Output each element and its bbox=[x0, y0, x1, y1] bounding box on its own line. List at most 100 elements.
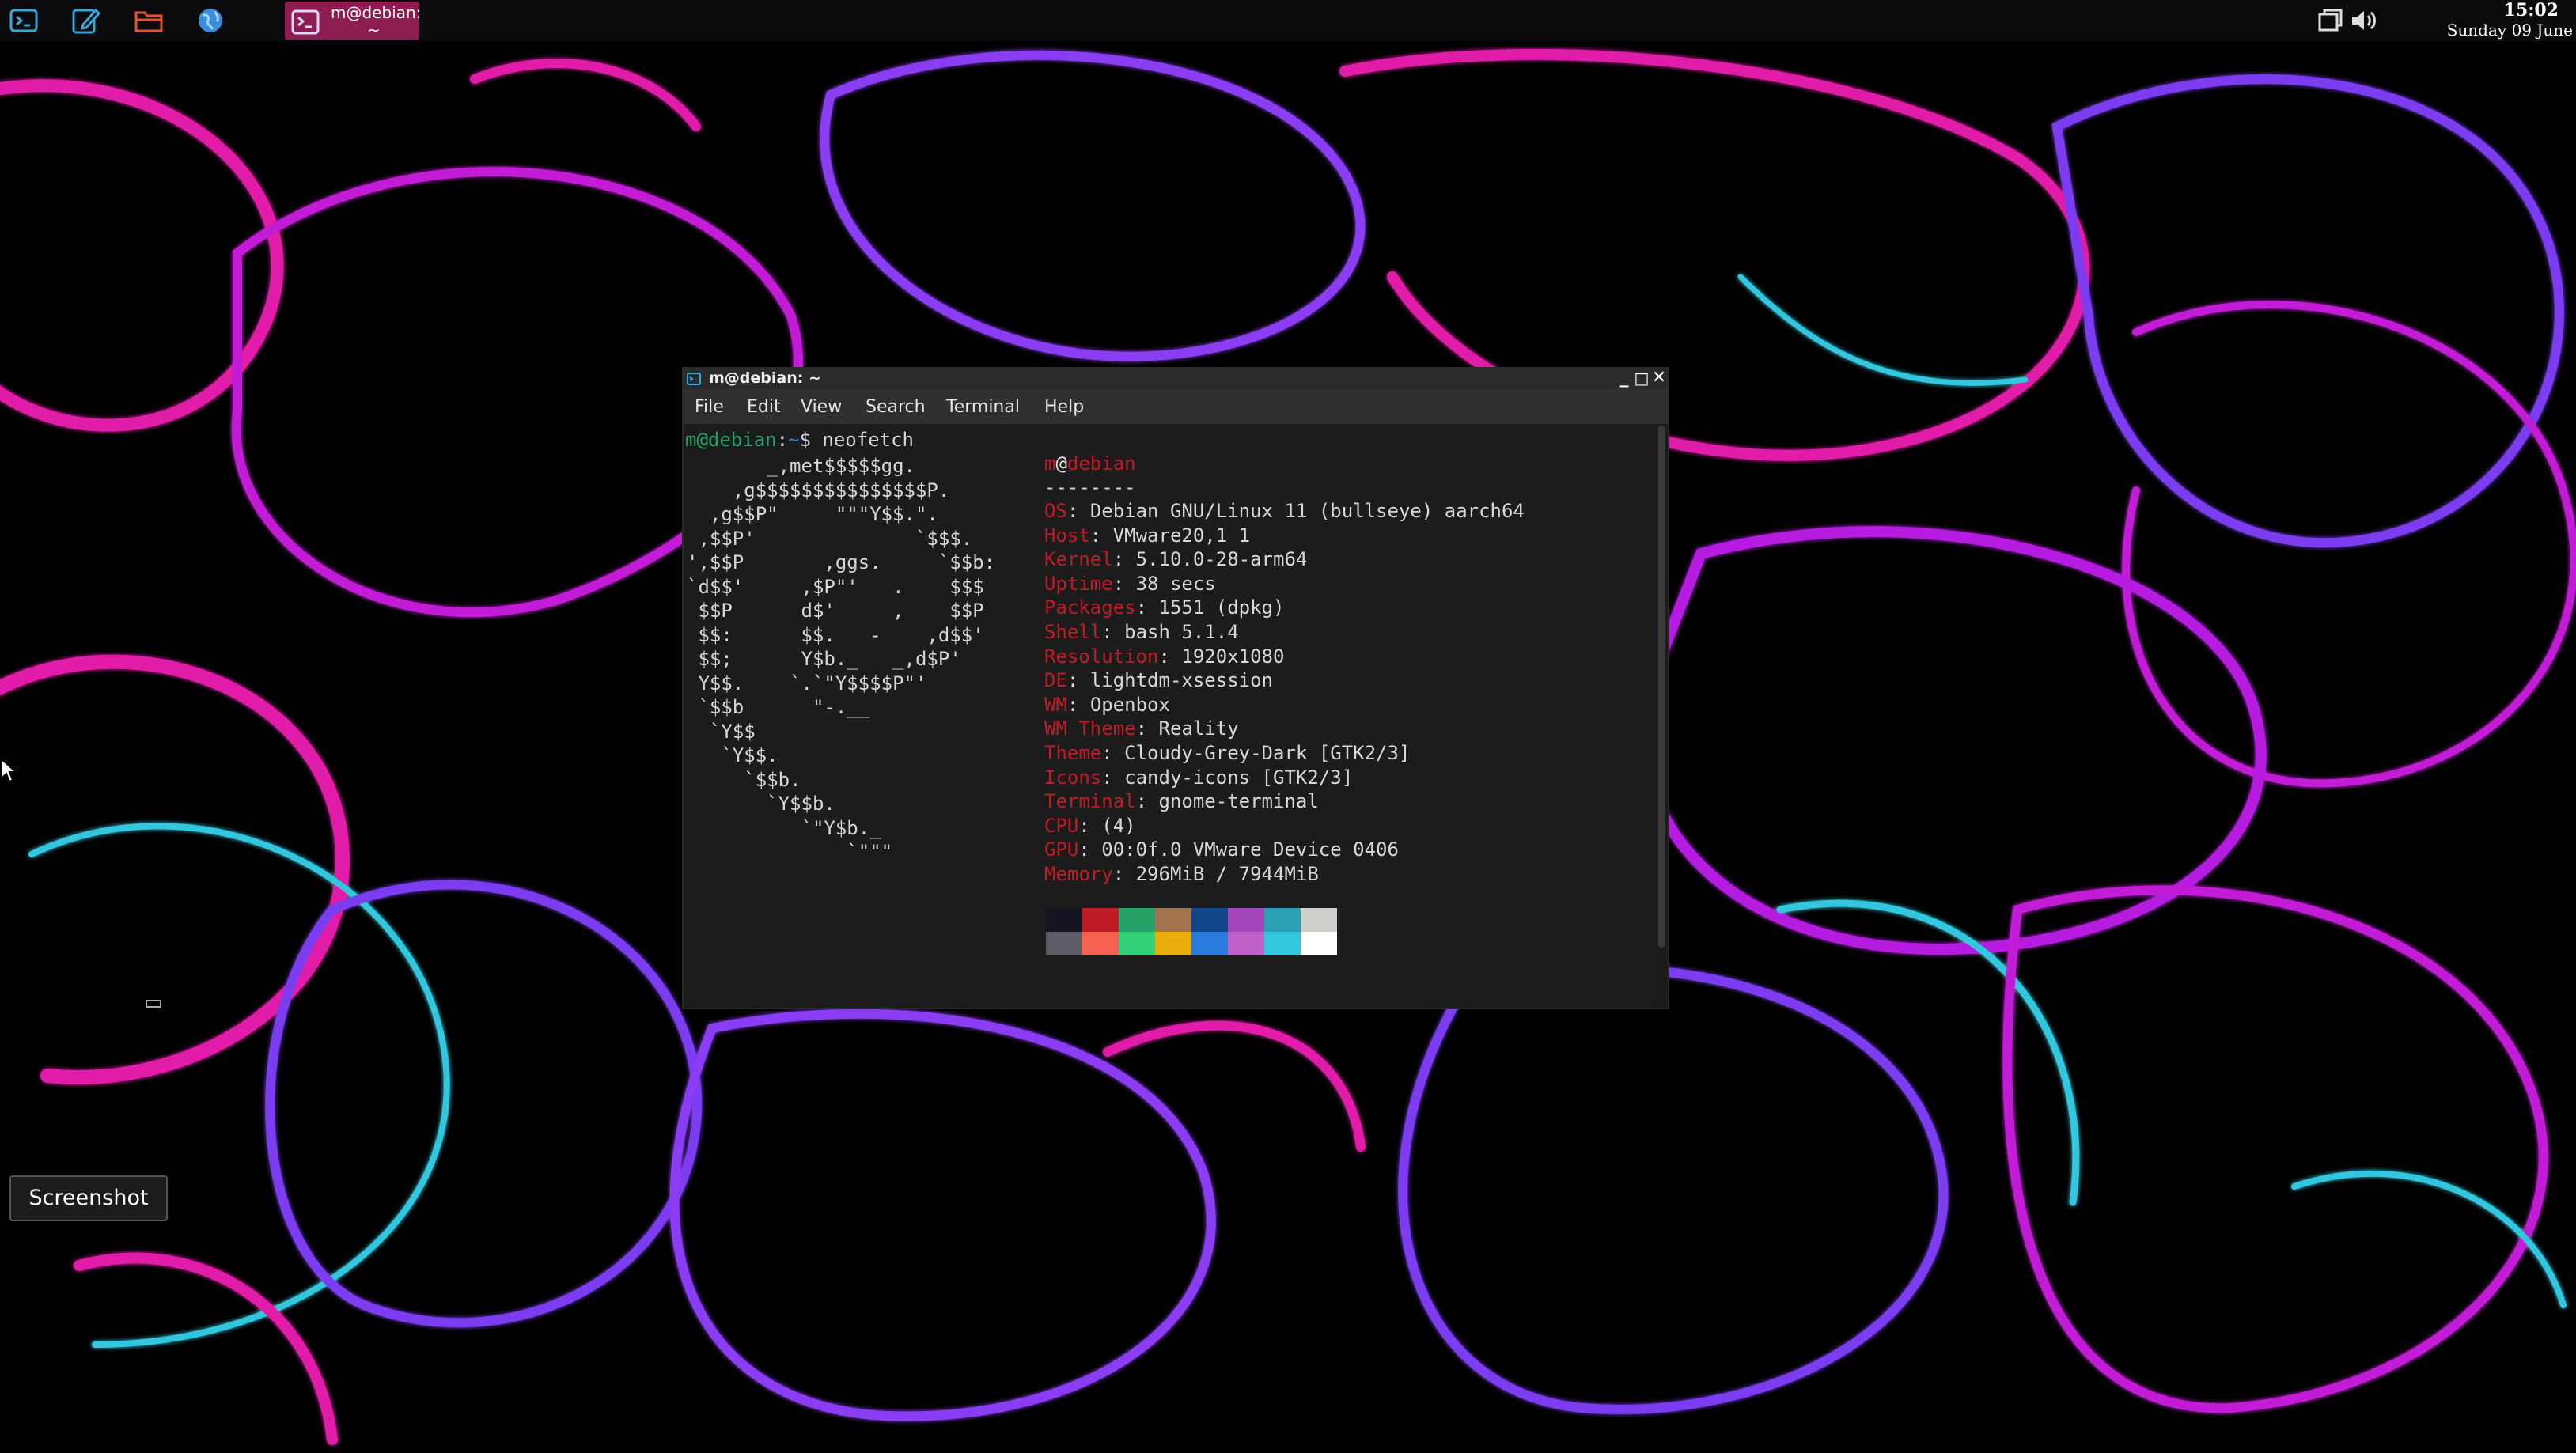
info-row: Host: VMware20,1 1 bbox=[1044, 524, 1250, 547]
clock-time[interactable]: 15:02 bbox=[2400, 0, 2559, 21]
neofetch-user-host: m@debian bbox=[1044, 452, 1136, 475]
info-colon: : bbox=[1112, 572, 1136, 595]
info-value: 1551 (dpkg) bbox=[1158, 596, 1285, 619]
color-swatch bbox=[1046, 932, 1082, 955]
menu-file[interactable]: File bbox=[695, 397, 724, 417]
info-row: Shell: bash 5.1.4 bbox=[1044, 621, 1239, 643]
menu-help[interactable]: Help bbox=[1044, 397, 1084, 417]
menu-edit[interactable]: Edit bbox=[747, 397, 781, 417]
color-swatch bbox=[1155, 932, 1191, 955]
command-text: neofetch bbox=[822, 429, 914, 451]
terminal-task-icon bbox=[291, 9, 320, 35]
info-key: GPU bbox=[1044, 838, 1079, 861]
window-titlebar[interactable]: m@debian: ~ _ □ ✕ bbox=[684, 369, 1668, 389]
terminal-window[interactable]: m@debian: ~ _ □ ✕ File Edit View Search … bbox=[684, 369, 1668, 1008]
minimize-button[interactable]: _ bbox=[1616, 369, 1633, 388]
ascii-line: _,met$$$$$gg. bbox=[687, 455, 915, 477]
terminal-output[interactable]: m@debian:~$ neofetch _,met$$$$$gg. ,g$$$… bbox=[684, 424, 1657, 1005]
ascii-line: `$$b "-.__ bbox=[687, 696, 870, 718]
top-panel: m@debian: ~ 15:02 Sunday 09 June bbox=[0, 0, 2576, 41]
ascii-line: ,g$$P" """Y$$.". bbox=[687, 503, 938, 525]
info-row: Kernel: 5.10.0-28-arm64 bbox=[1044, 548, 1307, 570]
color-swatch bbox=[1119, 908, 1155, 932]
info-value: 5.10.0-28-arm64 bbox=[1135, 548, 1308, 571]
file-manager-launcher-icon[interactable] bbox=[133, 5, 165, 36]
info-colon: : bbox=[1135, 790, 1159, 813]
info-row: GPU: 00:0f.0 VMware Device 0406 bbox=[1044, 838, 1399, 861]
scrollbar[interactable] bbox=[1658, 426, 1665, 948]
ascii-line: ,$$P' `$$$. bbox=[687, 527, 973, 550]
taskbar-terminal-task[interactable]: m@debian: ~ bbox=[285, 2, 421, 40]
color-swatch bbox=[1191, 908, 1228, 932]
text-editor-launcher-icon[interactable] bbox=[70, 5, 101, 36]
info-key: Kernel bbox=[1044, 548, 1113, 571]
terminal-launcher-icon[interactable] bbox=[8, 5, 40, 36]
volume-icon[interactable] bbox=[2350, 7, 2378, 34]
info-key: CPU bbox=[1044, 814, 1079, 837]
info-colon: : bbox=[1078, 838, 1102, 861]
info-value: VMware20,1 1 bbox=[1112, 524, 1251, 547]
task-label-line2: ~ bbox=[367, 21, 381, 40]
color-swatch bbox=[1082, 908, 1119, 932]
info-row: OS: Debian GNU/Linux 11 (bullseye) aarch… bbox=[1044, 500, 1525, 522]
color-swatch bbox=[1264, 932, 1301, 955]
info-value: Reality bbox=[1158, 717, 1239, 740]
close-button[interactable]: ✕ bbox=[1650, 369, 1668, 388]
ascii-line: ,g$$$$$$$$$$$$$$$P. bbox=[687, 479, 950, 501]
neofetch-host: debian bbox=[1066, 452, 1136, 475]
ascii-line: ',$$P ,ggs. `$$b: bbox=[687, 551, 996, 573]
info-key: WM bbox=[1044, 693, 1067, 716]
color-swatch bbox=[1264, 908, 1301, 932]
web-browser-launcher-icon[interactable] bbox=[195, 5, 226, 36]
maximize-button[interactable]: □ bbox=[1633, 369, 1650, 388]
terminal-window-icon bbox=[687, 373, 701, 385]
info-row: CPU: (4) bbox=[1044, 815, 1136, 837]
info-row: WM: Openbox bbox=[1044, 694, 1170, 716]
ascii-line: $$P d$' , $$P bbox=[687, 600, 984, 622]
info-key: Packages bbox=[1044, 596, 1136, 619]
menu-view[interactable]: View bbox=[801, 397, 842, 417]
clock-date[interactable]: Sunday 09 June bbox=[2399, 21, 2573, 40]
color-swatch bbox=[1301, 908, 1337, 932]
command-prompt-line: m@debian:~$ neofetch bbox=[685, 429, 914, 451]
prompt-symbol: $ bbox=[799, 429, 811, 451]
info-key: Shell bbox=[1044, 621, 1102, 643]
ascii-line: `Y$$b. bbox=[687, 793, 835, 815]
prompt-separator: : bbox=[776, 429, 789, 451]
info-row: Packages: 1551 (dpkg) bbox=[1044, 596, 1284, 619]
info-colon: : bbox=[1135, 596, 1159, 619]
mouse-pointer-icon bbox=[1, 758, 17, 783]
info-key: Terminal bbox=[1044, 790, 1136, 813]
info-colon: : bbox=[1066, 500, 1090, 522]
color-swatch bbox=[1082, 932, 1119, 955]
menu-search[interactable]: Search bbox=[866, 397, 926, 417]
menu-terminal[interactable]: Terminal bbox=[946, 397, 1020, 417]
screenshot-label: Screenshot bbox=[9, 1175, 168, 1221]
info-key: Host bbox=[1044, 524, 1090, 547]
color-swatch bbox=[1301, 932, 1337, 955]
ascii-line: Y$$. `.`"Y$$$$P"' bbox=[687, 672, 927, 694]
info-colon: : bbox=[1101, 742, 1125, 764]
window-list-icon[interactable] bbox=[2317, 8, 2343, 33]
color-swatch bbox=[1046, 908, 1082, 932]
ascii-line: `Y$$ bbox=[687, 720, 756, 743]
info-colon: : bbox=[1158, 645, 1182, 668]
info-value: Openbox bbox=[1089, 693, 1170, 716]
info-value: gnome-terminal bbox=[1158, 790, 1319, 813]
info-key: Memory bbox=[1044, 863, 1113, 885]
color-swatch bbox=[1155, 908, 1191, 932]
prompt-user: m@debian bbox=[685, 429, 777, 451]
info-value: Debian GNU/Linux 11 (bullseye) aarch64 bbox=[1089, 500, 1525, 522]
info-value: 1920x1080 bbox=[1181, 645, 1285, 668]
prompt-path: ~ bbox=[788, 429, 800, 451]
info-value: (4) bbox=[1101, 814, 1136, 837]
color-swatch bbox=[1191, 932, 1228, 955]
info-value: Cloudy-Grey-Dark [GTK2/3] bbox=[1124, 742, 1411, 764]
neofetch-user: m bbox=[1044, 452, 1056, 475]
ascii-line: `Y$$. bbox=[687, 744, 778, 766]
info-key: Resolution bbox=[1044, 645, 1159, 668]
color-swatch bbox=[1119, 932, 1155, 955]
info-colon: : bbox=[1078, 814, 1102, 837]
info-colon: : bbox=[1112, 863, 1136, 885]
info-value: 00:0f.0 VMware Device 0406 bbox=[1101, 838, 1399, 861]
